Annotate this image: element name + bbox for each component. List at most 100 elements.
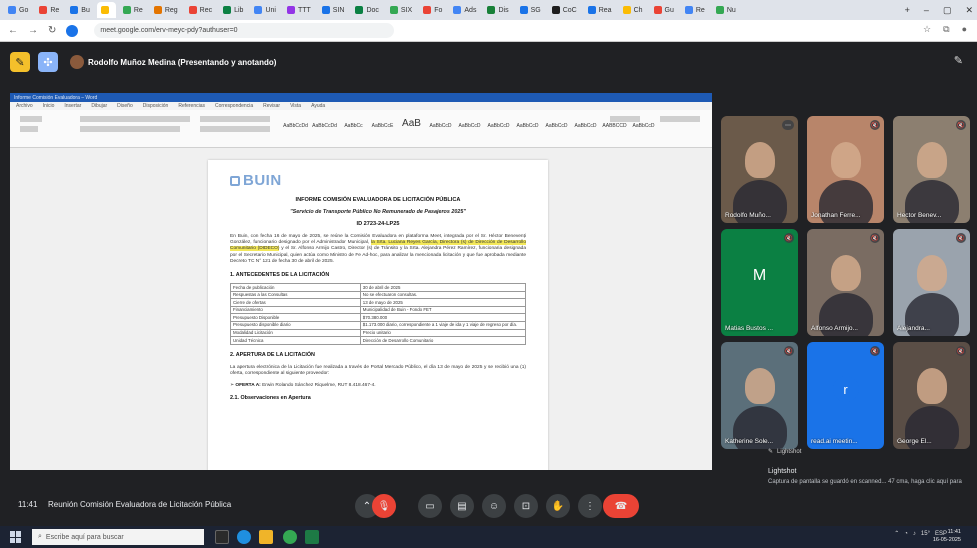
windows-start-icon[interactable] [10,531,22,543]
browser-tab[interactable]: Reg [150,2,182,18]
document-page: BUIN INFORME COMISIÓN EVALUADORA DE LICI… [208,160,548,470]
word-tab[interactable]: Correspondencia [215,103,253,109]
participant-tile[interactable]: 🔇 Hector Benev... [893,116,970,223]
style-option[interactable]: AaBbCc [341,115,366,129]
wifi-icon[interactable]: ◔ [904,531,908,537]
pin-icon[interactable]: ✎ [954,54,963,67]
extensions-icon[interactable]: ⧉ [943,24,949,35]
forward-icon[interactable]: → [28,25,38,36]
style-option[interactable]: AaBbCcE [370,115,395,129]
mic-muted-icon: 🔇 [870,346,880,356]
browser-tab[interactable]: Lib [219,2,247,18]
browser-tab[interactable] [96,2,116,18]
edge-icon[interactable] [237,530,251,544]
browser-tab[interactable]: Re [681,2,709,18]
participant-face [917,368,947,404]
participant-tile[interactable]: 🔇 Alfonso Armijo... [807,229,884,336]
excel-icon[interactable] [305,530,319,544]
tray-up-icon[interactable]: ⌃ [894,530,899,537]
word-tab[interactable]: Dibujar [91,103,107,109]
style-option[interactable]: AaBbCcD [573,115,598,129]
word-tab[interactable]: Vista [290,103,301,109]
volume-icon[interactable]: ♪ [913,531,916,537]
browser-tab[interactable]: CoC [548,2,581,18]
new-tab-button[interactable]: + [905,5,910,15]
word-tab[interactable]: Archivo [16,103,33,109]
word-tab[interactable]: Referencias [178,103,205,109]
captions-icon[interactable]: ▤ [450,494,474,518]
browser-tab[interactable]: Re [35,2,63,18]
word-tab[interactable]: Diseño [117,103,133,109]
word-tab[interactable]: Insertar [64,103,81,109]
browser-tab[interactable]: Nu [712,2,740,18]
close-window-button[interactable]: ✕ [965,5,973,16]
present-screen-icon[interactable]: ⊡ [514,494,538,518]
browser-tab[interactable]: Dis [483,2,512,18]
browser-tab[interactable]: Doc [351,2,382,18]
style-option[interactable]: AaBbCcD [544,115,569,129]
participant-tile[interactable]: r 🔇 read.ai meetin... [807,342,884,449]
browser-tab[interactable]: Rea [584,2,616,18]
browser-tab[interactable]: SG [516,2,545,18]
tab-label: Re [695,6,705,14]
browser-tab[interactable]: Rec [185,2,216,18]
browser-tab[interactable]: Gu [650,2,678,18]
browser-tab[interactable]: SIN [318,2,349,18]
more-options-icon[interactable]: ⋮ [578,494,602,518]
emoji-icon[interactable]: ☺ [482,494,506,518]
profile-icon[interactable]: ● [962,24,967,35]
mic-muted-icon[interactable]: 🎙 [372,494,396,518]
style-option[interactable]: AaBbCcDd [312,115,337,129]
word-tab[interactable]: Disposición [143,103,169,109]
reload-icon[interactable]: ↻ [48,25,56,36]
task-view-icon[interactable] [215,530,229,544]
annotation-tool-icon[interactable]: ✎ [10,52,30,72]
taskbar-clock[interactable]: 11:41 16-05-2025 [933,528,961,544]
participant-tile[interactable]: 🔇 Jonathan Ferre... [807,116,884,223]
participant-tile[interactable]: 🔇 George El... [893,342,970,449]
style-option[interactable]: AaBbCcDd [283,115,308,129]
browser-tab[interactable]: TTT [283,2,315,18]
browser-tab[interactable]: Bu [66,2,94,18]
table-value-cell: No se efectuaron consultas. [359,290,527,300]
browser-tab[interactable]: Uni [250,2,280,18]
minimize-button[interactable]: – [924,5,929,15]
tab-label: CoC [562,6,577,14]
style-option[interactable]: AaBbCcD [428,115,453,129]
browser-tab[interactable]: Fo [419,2,446,18]
back-icon[interactable]: ← [8,25,18,36]
camera-icon[interactable]: ▭ [418,494,442,518]
tile-options-icon[interactable]: ⋯ [782,120,794,130]
taskbar-search[interactable]: ⌕ Escribe aquí para buscar [32,529,204,545]
participant-tile[interactable]: 🔇 Katherine Sole... [721,342,798,449]
chat-notification-header: ✎ Lightshot [768,448,801,456]
style-option[interactable]: AaBbCcD [457,115,482,129]
maximize-button[interactable]: ▢ [943,5,952,16]
tab-favicon-icon [423,6,432,14]
table-row: Unidad Técnica Dirección de Desarrollo Co… [230,336,527,345]
participant-tile[interactable]: M 🔇 Matias Bustos ... [721,229,798,336]
browser-tab[interactable]: Ads [449,2,480,18]
table-value-cell: $1.173.000 diario, correspondiente a 1 v… [359,321,527,330]
bookmark-star-icon[interactable]: ☆ [923,24,931,35]
word-tab[interactable]: Ayuda [311,103,325,109]
style-option[interactable]: AaBbCcD [486,115,511,129]
participant-tile[interactable]: 🔇 Alejandra... [893,229,970,336]
browser-tab[interactable]: Ch [619,2,647,18]
site-info-icon[interactable] [66,24,79,37]
leave-call-button[interactable]: ☎ [603,494,639,518]
chrome-icon[interactable] [283,530,297,544]
browser-tab[interactable]: SIX [386,2,416,18]
word-tab[interactable]: Inicio [43,103,55,109]
oferta-label: OFERTA A: [235,383,261,389]
word-tab[interactable]: Revisar [263,103,280,109]
browser-tab[interactable]: Re [119,2,147,18]
file-explorer-icon[interactable] [259,530,273,544]
url-field[interactable]: meet.google.com/erv-meyc-pdy?authuser=0 [94,23,395,38]
browser-tab[interactable]: Go [4,2,32,18]
participant-tile[interactable]: ⋯ Rodolfo Muño... [721,116,798,223]
raise-hand-icon[interactable]: ✋ [546,494,570,518]
pointer-tool-icon[interactable]: ✣ [38,52,58,72]
style-option[interactable]: AaBbCcD [515,115,540,129]
style-option[interactable]: AaB [399,115,424,129]
